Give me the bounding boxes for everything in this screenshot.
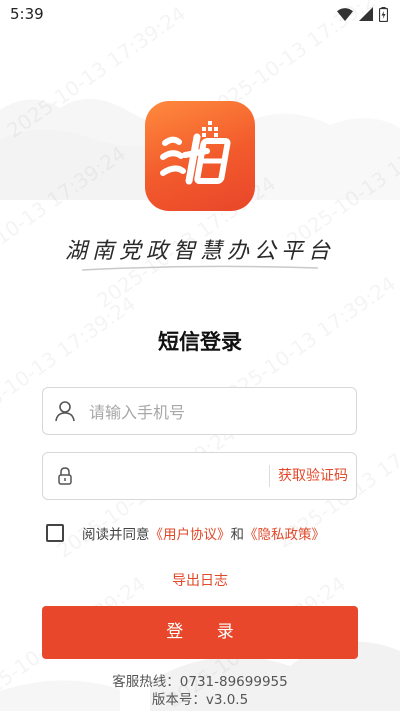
user-agreement-link[interactable]: 《用户协议》: [150, 523, 231, 543]
agree-prefix: 阅读并同意: [82, 527, 150, 543]
phone-field[interactable]: [42, 387, 357, 435]
signal-icon: [359, 7, 373, 21]
app-name: 湖南党政智慧办公平台: [64, 239, 335, 264]
phone-input[interactable]: [87, 396, 311, 428]
agreement-row: 阅读并同意 《用户协议》 和 《隐私政策》: [46, 522, 366, 544]
privacy-policy-link[interactable]: 《隐私政策》: [244, 523, 325, 543]
login-button[interactable]: 登 录: [42, 606, 358, 659]
agree-and: 和: [230, 527, 245, 543]
version-text: 版本号：v3.0.5: [151, 692, 249, 708]
get-code-button[interactable]: 获取验证码: [269, 465, 348, 487]
status-icons: [337, 6, 388, 22]
app-logo: [145, 101, 255, 211]
page-title: 短信登录: [158, 330, 242, 354]
agree-checkbox[interactable]: [46, 524, 64, 542]
xiang-glyph-icon: [160, 121, 231, 185]
status-bar: 5:39: [0, 0, 400, 28]
hotline-text: 客服热线：0731-89699955: [112, 674, 288, 690]
user-icon: [55, 401, 75, 422]
code-field[interactable]: 获取验证码: [42, 452, 357, 500]
battery-icon: [379, 6, 388, 22]
export-log-link[interactable]: 导出日志: [0, 570, 400, 590]
wifi-icon: [337, 7, 353, 21]
lock-icon: [58, 467, 72, 485]
status-time: 5:39: [10, 5, 44, 23]
brush-underline: [81, 265, 319, 271]
